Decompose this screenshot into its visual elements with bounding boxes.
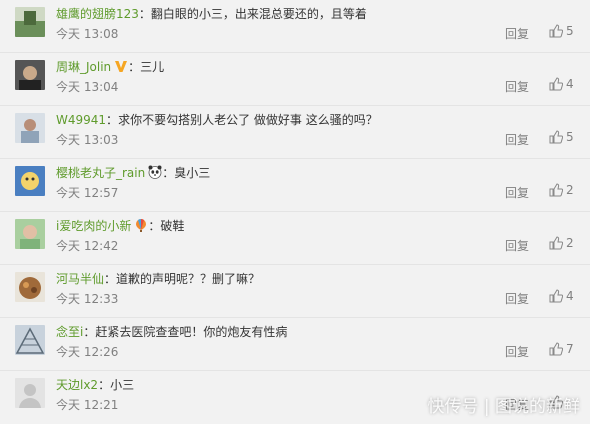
like-button[interactable]: 7: [549, 342, 574, 358]
username-link[interactable]: i爱吃肉的小新: [56, 219, 131, 233]
comment-time: 今天 12:21: [56, 398, 119, 412]
username-link[interactable]: 念至i: [56, 325, 83, 339]
separator: ：: [106, 113, 119, 127]
username-link[interactable]: 雄鹰的翅膀123: [56, 7, 139, 21]
username-link[interactable]: 天边lx2: [56, 378, 98, 392]
comment-time: 今天 13:08: [56, 27, 119, 41]
like-button[interactable]: 4: [549, 77, 574, 93]
thumbs-up-icon: [549, 289, 564, 303]
avatar[interactable]: [15, 166, 45, 196]
avatar[interactable]: [15, 7, 45, 37]
thumbs-up-icon: [549, 24, 564, 38]
thumbs-up-icon: [549, 77, 564, 91]
avatar[interactable]: [15, 325, 45, 355]
comment-item: 雄鹰的翅膀123：翻白眼的小三，出来混总要还的，且等着 今天 13:08 回复 …: [0, 0, 590, 53]
separator: ：: [128, 60, 141, 74]
like-button[interactable]: 5: [549, 24, 574, 40]
thumbs-up-icon: [549, 130, 564, 144]
thumbs-up-icon: [549, 183, 564, 197]
comment-text: 赶紧去医院查查吧！你的炮友有性病: [95, 325, 288, 339]
like-count: 2: [566, 236, 574, 250]
like-button[interactable]: 5: [549, 130, 574, 146]
comment-text: 翻白眼的小三，出来混总要还的，且等着: [150, 7, 367, 21]
reply-button[interactable]: 回复: [505, 290, 529, 307]
verified-badge-icon: [114, 59, 128, 73]
comment-list: 雄鹰的翅膀123：翻白眼的小三，出来混总要还的，且等着 今天 13:08 回复 …: [0, 0, 590, 424]
comment-item: 樱桃老丸子_rain ：臭小三 今天 12:57 回复 2: [0, 159, 590, 212]
comment-text: 小三: [110, 378, 135, 392]
username-link[interactable]: 樱桃老丸子_rain: [56, 166, 145, 180]
like-count: 4: [566, 289, 574, 303]
comment-text: 臭小三: [174, 166, 211, 180]
separator: ：: [162, 166, 175, 180]
avatar[interactable]: [15, 378, 45, 408]
like-count: 4: [566, 77, 574, 91]
separator: ：: [98, 378, 111, 392]
comment-time: 今天 13:03: [56, 133, 119, 147]
separator: ：: [148, 219, 161, 233]
like-count: 7: [566, 342, 574, 356]
separator: ：: [83, 325, 96, 339]
username-link[interactable]: W49941: [56, 113, 106, 127]
comment-time: 今天 12:26: [56, 345, 119, 359]
thumbs-up-icon: [549, 342, 564, 356]
username-link[interactable]: 周琳_Jolin: [56, 60, 111, 74]
thumbs-up-icon: [549, 236, 564, 250]
like-button[interactable]: 2: [549, 236, 574, 252]
separator: ：: [104, 272, 117, 286]
username-link[interactable]: 河马半仙: [56, 272, 104, 286]
comment-text: 道歉的声明呢？？删了嘛？: [116, 272, 261, 286]
comment-time: 今天 12:33: [56, 292, 119, 306]
like-count: 5: [566, 24, 574, 38]
reply-button[interactable]: 回复: [505, 131, 529, 148]
comment-item: i爱吃肉的小新 ：破鞋 今天 12:42 回复 2: [0, 212, 590, 265]
comment-item: W49941：求你不要勾搭别人老公了 做做好事 这么骚的吗？ 今天 13:03 …: [0, 106, 590, 159]
comment-item: 河马半仙：道歉的声明呢？？删了嘛？ 今天 12:33 回复 4: [0, 265, 590, 318]
comment-item: 念至i：赶紧去医院查查吧！你的炮友有性病 今天 12:26 回复 7: [0, 318, 590, 371]
comment-text: 破鞋: [160, 219, 185, 233]
comment-time: 今天 12:42: [56, 239, 119, 253]
reply-button[interactable]: 回复: [505, 343, 529, 360]
like-button[interactable]: 2: [549, 183, 574, 199]
reply-button[interactable]: 回复: [505, 184, 529, 201]
comment-text: 求你不要勾搭别人老公了 做做好事 这么骚的吗？: [118, 113, 378, 127]
reply-button[interactable]: 回复: [505, 25, 529, 42]
comment-item: 周琳_Jolin ：三儿 今天 13:04 回复 4: [0, 53, 590, 106]
panda-icon: [148, 165, 162, 179]
like-count: 5: [566, 130, 574, 144]
comment-time: 今天 13:04: [56, 80, 119, 94]
comment-time: 今天 12:57: [56, 186, 119, 200]
watermark-text: 快传号 | 图说的新鲜: [427, 397, 580, 417]
reply-button[interactable]: 回复: [505, 78, 529, 95]
separator: ：: [138, 7, 151, 21]
avatar[interactable]: [15, 60, 45, 90]
avatar[interactable]: [15, 272, 45, 302]
comment-text: 三儿: [140, 60, 165, 74]
like-button[interactable]: 4: [549, 289, 574, 305]
balloon-icon: [134, 218, 148, 232]
avatar[interactable]: [15, 113, 45, 143]
reply-button[interactable]: 回复: [505, 237, 529, 254]
avatar[interactable]: [15, 219, 45, 249]
like-count: 2: [566, 183, 574, 197]
